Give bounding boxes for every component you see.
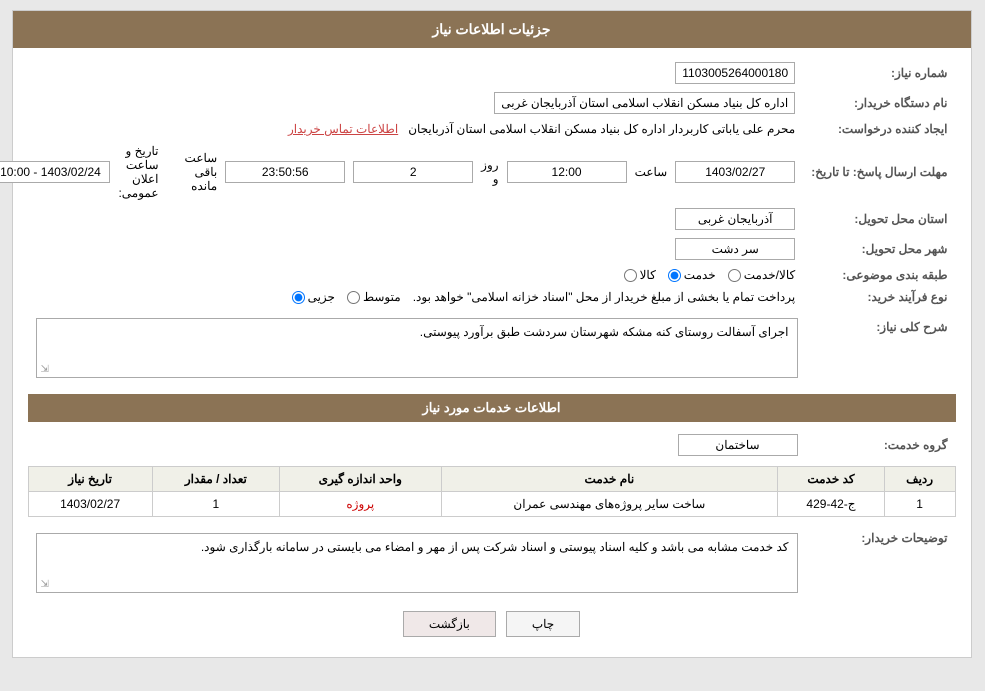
- deadline-remaining-label: ساعت باقی مانده: [186, 151, 219, 193]
- page-title: جزئیات اطلاعات نیاز: [14, 11, 972, 48]
- radio-minor[interactable]: جزیی: [293, 290, 336, 304]
- deadline-days-label: روز و: [482, 158, 499, 186]
- radio-goods-label: کالا: [641, 268, 657, 282]
- province-row: استان محل تحویل: آذربایجان غربی: [0, 204, 957, 234]
- city-value: سر دشت: [0, 234, 804, 264]
- back-button[interactable]: بازگشت: [404, 611, 497, 637]
- purchase-type-value: پرداخت تمام یا بخشی از مبلغ خریدار از مح…: [0, 286, 804, 308]
- buyer-notes-table: توضیحات خریدار: کد خدمت مشابه می باشد و …: [29, 525, 957, 597]
- col-unit: واحد اندازه گیری: [281, 467, 443, 492]
- deadline-remaining-box: 23:50:56: [226, 161, 346, 183]
- buyer-org-label: نام دستگاه خریدار:: [804, 88, 956, 118]
- province-box: آذربایجان غربی: [676, 208, 796, 230]
- deadline-label: مهلت ارسال پاسخ: تا تاریخ:: [804, 140, 956, 204]
- buyer-notes-box: کد خدمت مشابه می باشد و کلیه اسناد پیوست…: [37, 533, 799, 593]
- need-number-value: 1103005264000180: [0, 58, 804, 88]
- city-row: شهر محل تحویل: سر دشت: [0, 234, 957, 264]
- radio-minor-input[interactable]: [293, 291, 306, 304]
- deadline-date-box: 1403/02/27: [676, 161, 796, 183]
- col-code: کد خدمت: [779, 467, 886, 492]
- need-desc-label: شرح کلی نیاز:: [807, 314, 957, 382]
- purchase-type-label: نوع فرآیند خرید:: [804, 286, 956, 308]
- province-label: استان محل تحویل:: [804, 204, 956, 234]
- buyer-org-value: اداره کل بنیاد مسکن انقلاب اسلامی استان …: [0, 88, 804, 118]
- col-name: نام خدمت: [442, 467, 779, 492]
- category-options: کالا/خدمت خدمت کالا: [0, 264, 804, 286]
- radio-goods-service[interactable]: کالا/خدمت: [729, 268, 796, 282]
- service-cell-4: 1: [153, 492, 280, 517]
- main-info-table: شماره نیاز: 1103005264000180 نام دستگاه …: [0, 58, 957, 308]
- buyer-org-box: اداره کل بنیاد مسکن انقلاب اسلامی استان …: [495, 92, 796, 114]
- page-container: جزئیات اطلاعات نیاز شماره نیاز: 11030052…: [13, 10, 973, 658]
- need-desc-row: شرح کلی نیاز: اجرای آسفالت روستای کنه مش…: [29, 314, 957, 382]
- deadline-row: مهلت ارسال پاسخ: تا تاریخ: 1403/02/27 سا…: [0, 140, 957, 204]
- service-section-title: اطلاعات خدمات مورد نیاز: [29, 394, 957, 422]
- city-label: شهر محل تحویل:: [804, 234, 956, 264]
- announcement-value-box: 1403/02/24 - 10:00: [0, 161, 111, 183]
- service-table-header-row: ردیف کد خدمت نام خدمت واحد اندازه گیری ت…: [29, 467, 956, 492]
- service-cell-2: ساخت سایر پروژه‌های مهندسی عمران: [442, 492, 779, 517]
- province-value: آذربایجان غربی: [0, 204, 804, 234]
- deadline-time-box: 12:00: [508, 161, 628, 183]
- buyer-notes-value: کد خدمت مشابه می باشد و کلیه اسناد پیوست…: [29, 525, 807, 597]
- contact-link[interactable]: اطلاعات تماس خریدار: [289, 122, 399, 136]
- service-group-table: گروه خدمت: ساختمان: [29, 430, 957, 460]
- col-row: ردیف: [885, 467, 956, 492]
- service-table-row: 1ج-42-429ساخت سایر پروژه‌های مهندسی عمرا…: [29, 492, 956, 517]
- need-number-label: شماره نیاز:: [804, 58, 956, 88]
- need-number-row: شماره نیاز: 1103005264000180: [0, 58, 957, 88]
- radio-goods[interactable]: کالا: [625, 268, 657, 282]
- deadline-value: 1403/02/27 ساعت 12:00 روز و 2 23:50:56 س…: [0, 140, 804, 204]
- service-cell-0: 1: [885, 492, 956, 517]
- print-button[interactable]: چاپ: [507, 611, 581, 637]
- radio-minor-label: جزیی: [309, 290, 336, 304]
- radio-goods-service-label: کالا/خدمت: [745, 268, 796, 282]
- creator-row: ایجاد کننده درخواست: محرم علی یاباتی کار…: [0, 118, 957, 140]
- announcement-label: تاریخ و ساعت اعلان عمومی:: [119, 144, 159, 200]
- button-row: چاپ بازگشت: [29, 611, 957, 637]
- need-desc-box: اجرای آسفالت روستای کنه مشکه شهرستان سرد…: [37, 318, 799, 378]
- deadline-days-box: 2: [354, 161, 474, 183]
- col-date: تاریخ نیاز: [29, 467, 153, 492]
- service-items-table: ردیف کد خدمت نام خدمت واحد اندازه گیری ت…: [29, 466, 957, 517]
- deadline-time-label: ساعت: [636, 165, 669, 179]
- city-box: سر دشت: [676, 238, 796, 260]
- buyer-notes-row: توضیحات خریدار: کد خدمت مشابه می باشد و …: [29, 525, 957, 597]
- col-qty: تعداد / مقدار: [153, 467, 280, 492]
- category-row: طبقه بندی موضوعی: کالا/خدمت خدمت کالا: [0, 264, 957, 286]
- service-group-row: گروه خدمت: ساختمان: [29, 430, 957, 460]
- buyer-org-row: نام دستگاه خریدار: اداره کل بنیاد مسکن ا…: [0, 88, 957, 118]
- content-area: شماره نیاز: 1103005264000180 نام دستگاه …: [14, 48, 972, 657]
- service-cell-1: ج-42-429: [779, 492, 886, 517]
- service-group-value: ساختمان: [29, 430, 807, 460]
- creator-label: ایجاد کننده درخواست:: [804, 118, 956, 140]
- need-number-box: 1103005264000180: [676, 62, 796, 84]
- radio-service-input[interactable]: [669, 269, 682, 282]
- need-desc-value: اجرای آسفالت روستای کنه مشکه شهرستان سرد…: [29, 314, 807, 382]
- creator-text: محرم علی یاباتی کاربردار اداره کل بنیاد …: [409, 122, 796, 136]
- service-cell-3: پروژه: [281, 492, 443, 517]
- radio-medium[interactable]: متوسط: [348, 290, 402, 304]
- radio-medium-input[interactable]: [348, 291, 361, 304]
- radio-goods-input[interactable]: [625, 269, 638, 282]
- radio-medium-label: متوسط: [364, 290, 402, 304]
- creator-value: محرم علی یاباتی کاربردار اداره کل بنیاد …: [0, 118, 804, 140]
- buyer-notes-label: توضیحات خریدار:: [807, 525, 957, 597]
- purchase-note: پرداخت تمام یا بخشی از مبلغ خریدار از مح…: [414, 290, 797, 304]
- service-cell-5: 1403/02/27: [29, 492, 153, 517]
- need-desc-table: شرح کلی نیاز: اجرای آسفالت روستای کنه مش…: [29, 314, 957, 382]
- radio-service[interactable]: خدمت: [669, 268, 717, 282]
- service-group-box: ساختمان: [679, 434, 799, 456]
- service-group-label: گروه خدمت:: [807, 430, 957, 460]
- category-label: طبقه بندی موضوعی:: [804, 264, 956, 286]
- radio-goods-service-input[interactable]: [729, 269, 742, 282]
- purchase-type-row: نوع فرآیند خرید: پرداخت تمام یا بخشی از …: [0, 286, 957, 308]
- radio-service-label: خدمت: [685, 268, 717, 282]
